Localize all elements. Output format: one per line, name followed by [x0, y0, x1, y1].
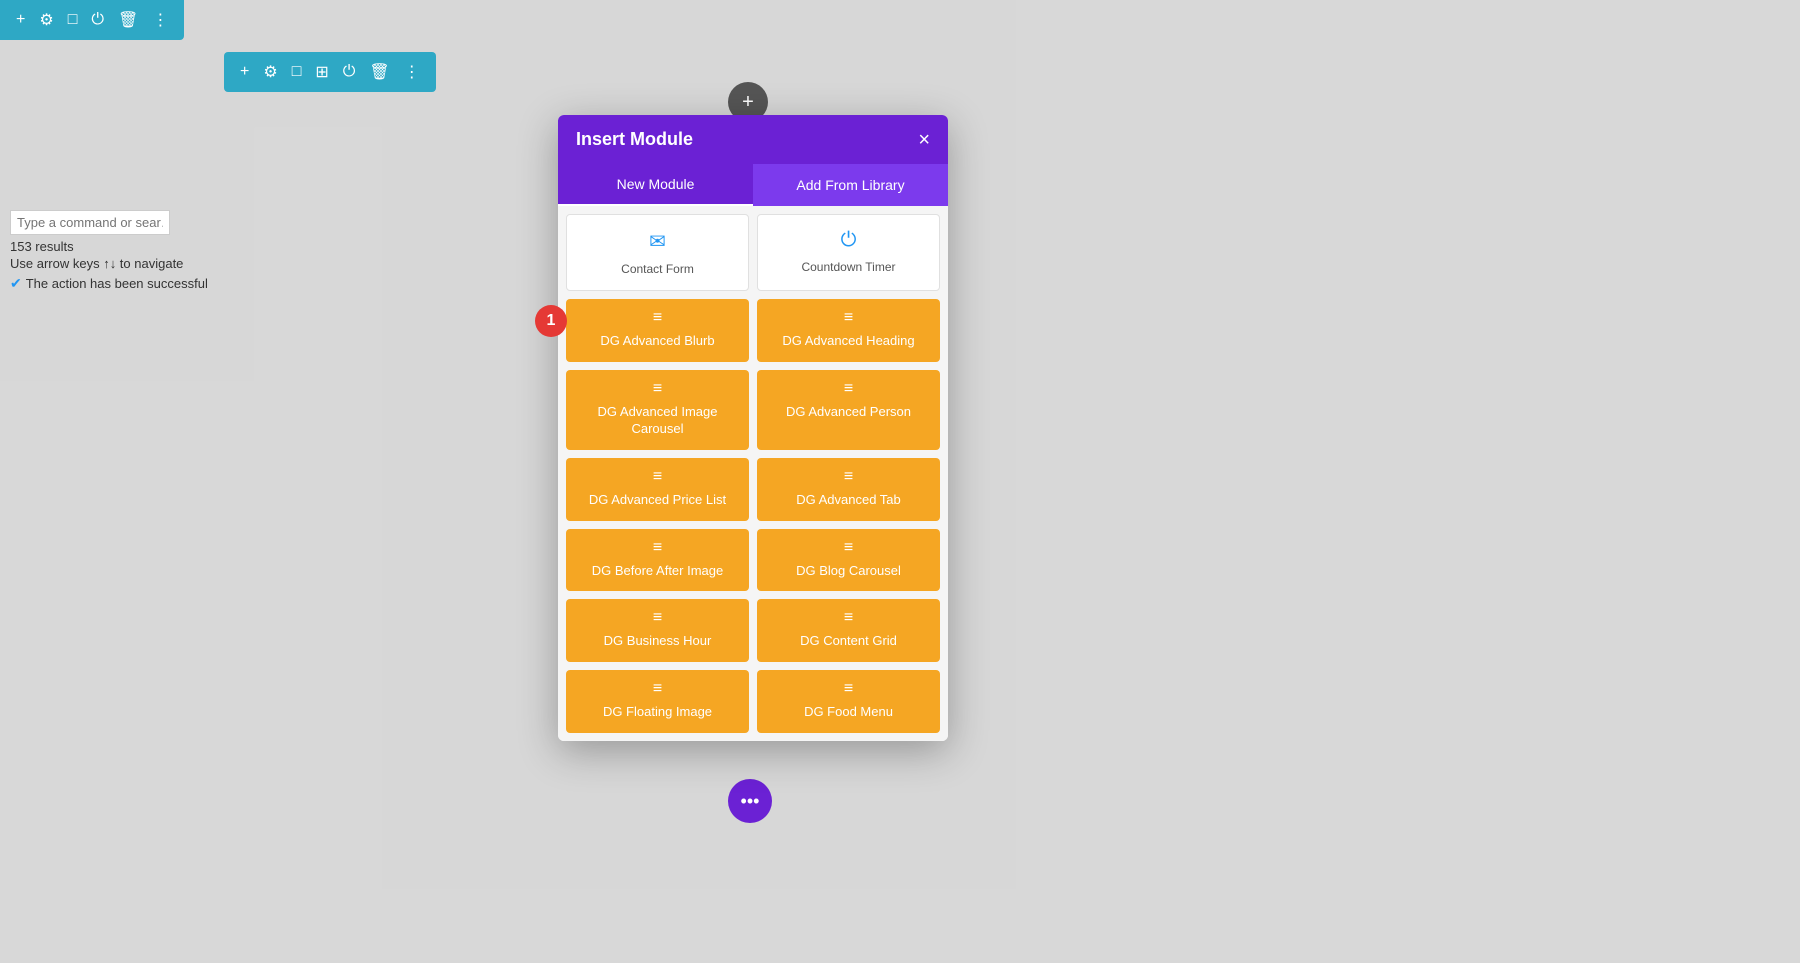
module-contact-form[interactable]: ✉ Contact Form: [566, 214, 749, 291]
module-dg-before-after-image[interactable]: ≡ DG Before After Image: [566, 529, 749, 592]
module-countdown-timer[interactable]: ⏻ Countdown Timer: [757, 214, 940, 291]
add-icon-2[interactable]: +: [236, 59, 253, 85]
white-modules-grid: ✉ Contact Form ⏻ Countdown Timer: [558, 206, 948, 299]
bottom-dots-button[interactable]: •••: [728, 779, 772, 823]
menu-lines-icon: ≡: [844, 380, 853, 398]
module-dg-advanced-person[interactable]: ≡ DG Advanced Person: [757, 370, 940, 450]
menu-lines-icon: ≡: [653, 680, 662, 698]
email-icon: ✉: [649, 229, 666, 254]
menu-lines-icon: ≡: [844, 468, 853, 486]
module-label: DG Blog Carousel: [796, 563, 901, 580]
orange-modules-grid: ≡ DG Advanced Blurb ≡ DG Advanced Headin…: [558, 299, 948, 741]
module-label: DG Advanced Image Carousel: [574, 404, 741, 438]
trash-icon[interactable]: 🗑: [114, 6, 142, 34]
menu-lines-icon: ≡: [844, 309, 853, 327]
check-icon: ✔: [10, 275, 22, 292]
module-dg-advanced-price-list[interactable]: ≡ DG Advanced Price List: [566, 458, 749, 521]
module-dg-advanced-tab[interactable]: ≡ DG Advanced Tab: [757, 458, 940, 521]
modal-title: Insert Module: [576, 129, 693, 150]
module-dg-food-menu[interactable]: ≡ DG Food Menu: [757, 670, 940, 733]
module-dg-advanced-blurb[interactable]: ≡ DG Advanced Blurb: [566, 299, 749, 362]
module-countdown-timer-label: Countdown Timer: [801, 260, 895, 274]
module-dg-blog-carousel[interactable]: ≡ DG Blog Carousel: [757, 529, 940, 592]
module-label: DG Before After Image: [592, 563, 724, 580]
module-dg-content-grid[interactable]: ≡ DG Content Grid: [757, 599, 940, 662]
menu-lines-icon: ≡: [653, 468, 662, 486]
search-area: 153 results Use arrow keys ↑↓ to navigat…: [0, 210, 218, 292]
menu-lines-icon: ≡: [844, 680, 853, 698]
menu-lines-icon: ≡: [653, 539, 662, 557]
search-results: 153 results: [10, 239, 208, 254]
more-icon-2[interactable]: ⋮: [400, 58, 424, 86]
settings-icon-2[interactable]: ⚙: [259, 58, 281, 86]
module-label: DG Advanced Blurb: [600, 333, 714, 350]
module-label: DG Food Menu: [804, 704, 893, 721]
search-success: ✔ The action has been successful: [10, 275, 208, 292]
module-dg-advanced-image-carousel[interactable]: ≡ DG Advanced Image Carousel: [566, 370, 749, 450]
menu-lines-icon: ≡: [653, 380, 662, 398]
module-label: DG Business Hour: [604, 633, 712, 650]
layout-icon-2[interactable]: □: [288, 59, 306, 85]
module-label: DG Content Grid: [800, 633, 897, 650]
step-badge: 1: [535, 305, 567, 337]
tab-new-module[interactable]: New Module: [558, 164, 753, 206]
search-nav: Use arrow keys ↑↓ to navigate: [10, 256, 208, 271]
insert-module-modal: Insert Module × New Module Add From Libr…: [558, 115, 948, 741]
module-dg-advanced-heading[interactable]: ≡ DG Advanced Heading: [757, 299, 940, 362]
menu-lines-icon: ≡: [653, 309, 662, 327]
menu-lines-icon: ≡: [844, 609, 853, 627]
dots-icon: •••: [741, 791, 760, 812]
module-label: DG Advanced Tab: [796, 492, 901, 509]
modal-tabs: New Module Add From Library: [558, 164, 948, 206]
trash-icon-2[interactable]: 🗑: [365, 58, 393, 86]
timer-icon: ⏻: [841, 229, 857, 252]
top-toolbar: + ⚙ □ ⏻ 🗑 ⋮: [0, 0, 184, 40]
settings-icon[interactable]: ⚙: [35, 6, 57, 34]
power-icon-2[interactable]: ⏻: [339, 59, 360, 85]
module-label: DG Advanced Person: [786, 404, 911, 421]
plus-icon: +: [742, 91, 754, 114]
grid-icon[interactable]: ⊞: [311, 58, 332, 86]
search-input[interactable]: [10, 210, 170, 235]
module-label: DG Advanced Heading: [782, 333, 914, 350]
add-icon[interactable]: +: [12, 7, 29, 33]
module-dg-floating-image[interactable]: ≡ DG Floating Image: [566, 670, 749, 733]
layout-icon[interactable]: □: [64, 7, 82, 33]
module-label: DG Advanced Price List: [589, 492, 726, 509]
more-icon[interactable]: ⋮: [148, 6, 172, 34]
modal-body: ✉ Contact Form ⏻ Countdown Timer ≡ DG Ad…: [558, 206, 948, 741]
modal-header: Insert Module ×: [558, 115, 948, 164]
module-contact-form-label: Contact Form: [621, 262, 694, 276]
secondary-toolbar: + ⚙ □ ⊞ ⏻ 🗑 ⋮: [224, 52, 436, 92]
modal-close-button[interactable]: ×: [918, 130, 930, 150]
menu-lines-icon: ≡: [844, 539, 853, 557]
menu-lines-icon: ≡: [653, 609, 662, 627]
module-dg-business-hour[interactable]: ≡ DG Business Hour: [566, 599, 749, 662]
tab-add-from-library[interactable]: Add From Library: [753, 164, 948, 206]
power-icon[interactable]: ⏻: [87, 7, 108, 33]
module-label: DG Floating Image: [603, 704, 712, 721]
